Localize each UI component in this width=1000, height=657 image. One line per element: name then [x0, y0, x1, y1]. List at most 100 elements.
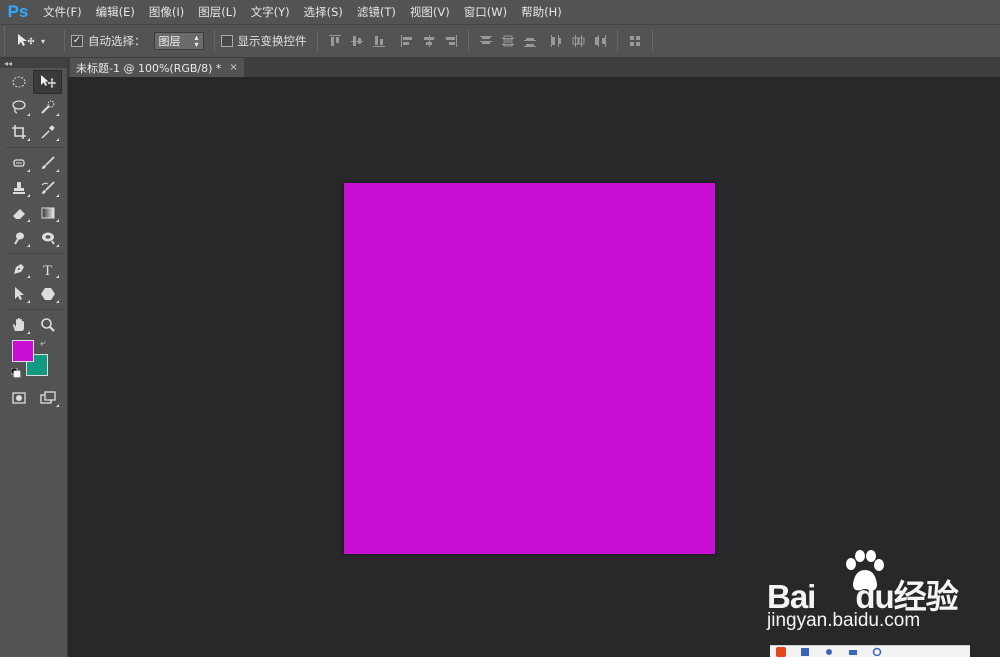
- menu-help[interactable]: 帮助(H): [514, 0, 569, 24]
- menu-type[interactable]: 文字(Y): [244, 0, 297, 24]
- distribute-right-icon[interactable]: [589, 30, 611, 52]
- magnifier-icon: [40, 318, 55, 332]
- hand-icon: [12, 318, 24, 331]
- eyedropper-tool[interactable]: [33, 120, 62, 144]
- lasso-icon: [11, 100, 26, 114]
- history-brush-icon: [41, 181, 55, 194]
- spinner-icon: ▴ ▾: [194, 33, 199, 49]
- default-colors-icon[interactable]: [11, 368, 21, 378]
- auto-select-checkbox[interactable]: ✓: [71, 35, 83, 47]
- ime-toolbar-strip: [770, 645, 970, 657]
- elliptical-marquee-tool[interactable]: [4, 70, 33, 94]
- menu-layer[interactable]: 图层(L): [191, 0, 243, 24]
- punctuation-icon[interactable]: [824, 647, 834, 657]
- menu-filter[interactable]: 滤镜(T): [350, 0, 403, 24]
- tools-panel: ◂◂ T ⤶: [0, 58, 68, 657]
- smudge-icon: [13, 232, 24, 245]
- menu-view[interactable]: 视图(V): [403, 0, 457, 24]
- align-bottom-edges-icon[interactable]: [368, 30, 390, 52]
- show-transform-label: 显示变换控件: [237, 34, 307, 48]
- options-bar: ▾ ✓ 自动选择： 图层 ▴ ▾ 显示变换控件: [0, 24, 1000, 58]
- zoom-tool[interactable]: [33, 313, 62, 337]
- menu-window[interactable]: 窗口(W): [457, 0, 514, 24]
- document-canvas[interactable]: [344, 183, 715, 554]
- foreground-color-swatch[interactable]: [12, 340, 34, 362]
- eyedropper-icon: [40, 125, 54, 139]
- toolbox: T ⤶: [4, 70, 66, 411]
- divider: [616, 30, 618, 52]
- distribute-top-icon[interactable]: [475, 30, 497, 52]
- menu-select[interactable]: 选择(S): [297, 0, 350, 24]
- menu-image[interactable]: 图像(I): [142, 0, 191, 24]
- screen-mode-button[interactable]: [33, 386, 62, 410]
- type-tool[interactable]: T: [33, 257, 62, 281]
- crop-icon: [11, 125, 26, 139]
- ime-mode-icon[interactable]: [800, 647, 810, 657]
- menu-file[interactable]: 文件(F): [36, 0, 89, 24]
- distribute-vertical-centers-icon[interactable]: [497, 30, 519, 52]
- distribute-horizontal-centers-icon[interactable]: [567, 30, 589, 52]
- sogou-icon[interactable]: [776, 646, 786, 657]
- spot-healing-tool[interactable]: [4, 151, 33, 175]
- align-top-edges-icon[interactable]: [324, 30, 346, 52]
- align-left-edges-icon[interactable]: [396, 30, 418, 52]
- move-tool[interactable]: [33, 70, 62, 94]
- dodge-tool[interactable]: [33, 226, 62, 250]
- document-tab-title: 未标题-1 @ 100%(RGB/8) *: [76, 61, 222, 75]
- svg-text:T: T: [43, 263, 52, 277]
- shape-tool[interactable]: [33, 282, 62, 306]
- crop-tool[interactable]: [4, 120, 33, 144]
- auto-select-value: 图层: [158, 35, 181, 48]
- divider: [64, 30, 65, 52]
- pen-tool[interactable]: [4, 257, 33, 281]
- clone-stamp-tool[interactable]: [4, 176, 33, 200]
- brush-tool[interactable]: [33, 151, 62, 175]
- menu-edit[interactable]: 编辑(E): [89, 0, 142, 24]
- auto-select-label: 自动选择：: [88, 34, 146, 48]
- swap-colors-icon[interactable]: ⤶: [40, 338, 46, 349]
- baidu-jingyan-watermark: Bai du经验 jingyan.baidu.com: [765, 550, 995, 640]
- align-horizontal-centers-icon[interactable]: [418, 30, 440, 52]
- settings-icon[interactable]: [872, 647, 882, 657]
- eraser-icon: [12, 209, 25, 219]
- tool-preset-picker[interactable]: ▾: [16, 30, 58, 52]
- document-tab[interactable]: 未标题-1 @ 100%(RGB/8) * ×: [70, 58, 244, 77]
- hand-tool[interactable]: [4, 313, 33, 337]
- quick-mask-icon: [11, 392, 26, 404]
- distribute-group: [475, 30, 611, 52]
- divider: [213, 30, 215, 52]
- panel-collapse-icon[interactable]: ◂◂: [0, 58, 67, 68]
- blur-tool[interactable]: [4, 226, 33, 250]
- eraser-tool[interactable]: [4, 201, 33, 225]
- color-swatches: ⤶: [4, 338, 66, 386]
- close-icon[interactable]: ×: [229, 62, 237, 73]
- ellipse-marquee-icon: [12, 76, 25, 88]
- options-grip[interactable]: [4, 27, 12, 55]
- align-vertical-centers-icon[interactable]: [346, 30, 368, 52]
- stamp-icon: [12, 182, 25, 194]
- gradient-tool[interactable]: [33, 201, 62, 225]
- path-selection-tool[interactable]: [4, 282, 33, 306]
- keyboard-icon[interactable]: [848, 647, 858, 657]
- auto-align-layers-icon[interactable]: [624, 30, 646, 52]
- history-brush-tool[interactable]: [33, 176, 62, 200]
- quick-selection-icon: [40, 100, 54, 114]
- auto-select-dropdown[interactable]: 图层 ▴ ▾: [153, 32, 204, 50]
- quick-mask-button[interactable]: [4, 386, 33, 410]
- photoshop-window: Ps 文件(F) 编辑(E) 图像(I) 图层(L) 文字(Y) 选择(S) 滤…: [0, 0, 1000, 657]
- align-group: [324, 30, 462, 52]
- show-transform-checkbox[interactable]: [220, 35, 233, 47]
- move-tool-icon: [18, 34, 35, 46]
- distribute-left-icon[interactable]: [545, 30, 567, 52]
- chevron-down-icon: ▾: [41, 36, 46, 46]
- path-selection-icon: [14, 287, 24, 300]
- screen-mode-icon: [39, 391, 56, 404]
- dodge-icon: [41, 232, 55, 245]
- distribute-bottom-icon[interactable]: [519, 30, 541, 52]
- move-icon: [40, 75, 56, 88]
- quick-selection-tool[interactable]: [33, 95, 62, 119]
- lasso-tool[interactable]: [4, 95, 33, 119]
- align-right-edges-icon[interactable]: [440, 30, 462, 52]
- pen-icon: [13, 264, 24, 274]
- polygon-icon: [40, 288, 55, 300]
